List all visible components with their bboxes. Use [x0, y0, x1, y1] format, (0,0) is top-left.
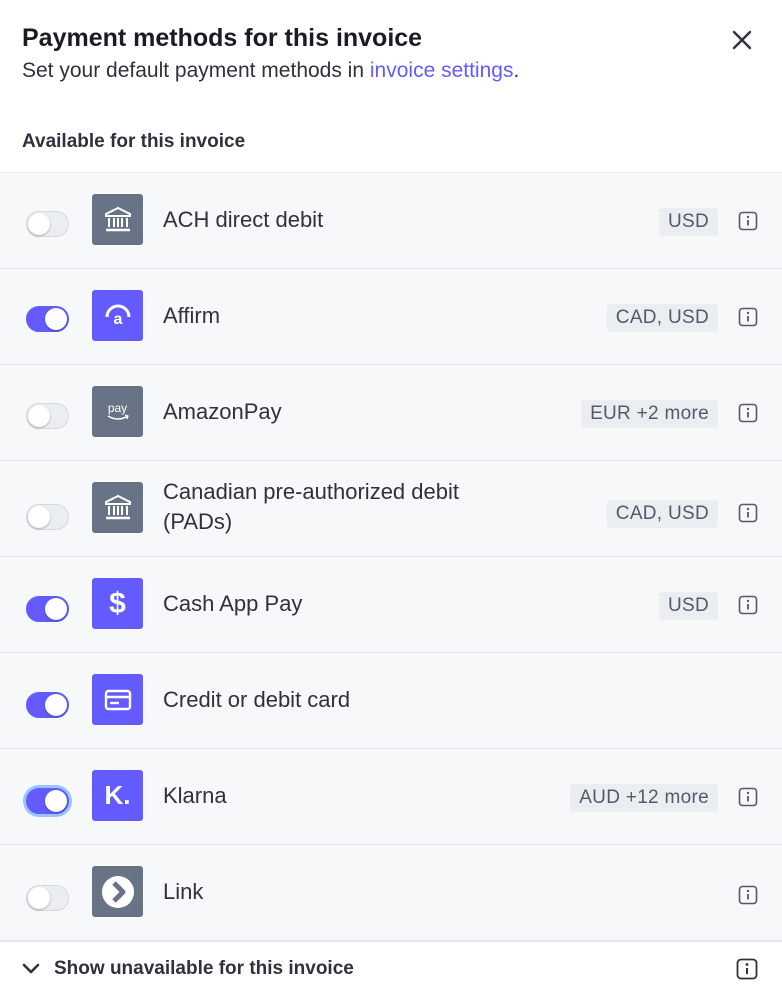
- show-unavailable-label: Show unavailable for this invoice: [54, 958, 354, 979]
- currency-badge: EUR +2 more: [581, 400, 718, 428]
- dollar-glyph: $: [109, 586, 126, 620]
- toggle-knob: [45, 694, 67, 716]
- toggle-affirm[interactable]: [26, 306, 69, 332]
- invoice-settings-link[interactable]: invoice settings: [370, 59, 514, 82]
- currency-badge: USD: [658, 592, 718, 620]
- chevron-down-icon: [22, 963, 40, 974]
- method-row-link: Link: [0, 845, 782, 941]
- payment-method-list: ACH direct debit USD a Affirm CAD, USD p…: [0, 172, 782, 941]
- panel-subtitle: Set your default payment methods in invo…: [22, 56, 760, 86]
- close-button[interactable]: [726, 24, 758, 56]
- currency-badge: AUD +12 more: [570, 784, 718, 812]
- method-row-amazonpay: pay AmazonPay EUR +2 more: [0, 365, 782, 461]
- bank-icon: [92, 482, 143, 533]
- method-name: AmazonPay: [163, 399, 282, 424]
- info-icon[interactable]: [738, 885, 758, 905]
- method-row-cash-app-pay: $ Cash App Pay USD: [0, 557, 782, 653]
- method-name: Cash App Pay: [163, 591, 303, 616]
- close-icon: [732, 30, 752, 50]
- subtitle-prefix: Set your default payment methods in: [22, 59, 370, 82]
- toggle-cash-app-pay[interactable]: [26, 596, 69, 622]
- affirm-icon: a: [92, 290, 143, 341]
- currency-badge: CAD, USD: [606, 500, 718, 528]
- method-name: Canadian pre-authorized debit (PADs): [163, 477, 459, 537]
- method-name: Link: [163, 879, 204, 904]
- subtitle-suffix: .: [513, 59, 520, 82]
- toggle-knob: [28, 213, 50, 235]
- currency-badge: CAD, USD: [606, 304, 718, 332]
- info-icon[interactable]: [738, 503, 758, 523]
- section-label: Available for this invoice: [22, 131, 246, 152]
- method-row-klarna: K. Klarna AUD +12 more: [0, 749, 782, 845]
- panel-title: Payment methods for this invoice: [22, 24, 423, 52]
- toggle-knob: [28, 887, 50, 909]
- method-name: Affirm: [163, 303, 221, 328]
- amazon-pay-text: pay: [107, 400, 128, 415]
- toggle-knob: [45, 598, 67, 620]
- card-icon: [92, 674, 143, 725]
- info-icon[interactable]: [738, 211, 758, 231]
- method-row-affirm: a Affirm CAD, USD: [0, 269, 782, 365]
- toggle-amazonpay[interactable]: [26, 403, 69, 429]
- toggle-ach[interactable]: [26, 211, 69, 237]
- toggle-klarna[interactable]: [26, 788, 69, 814]
- toggle-knob: [28, 405, 50, 427]
- toggle-knob: [45, 790, 67, 812]
- info-icon[interactable]: [738, 787, 758, 807]
- method-row-ach: ACH direct debit USD: [0, 173, 782, 269]
- method-row-canadian-pads: Canadian pre-authorized debit (PADs) CAD…: [0, 461, 782, 557]
- klarna-glyph: K.: [104, 780, 131, 810]
- method-name: Klarna: [163, 783, 227, 808]
- info-icon[interactable]: [736, 958, 758, 980]
- method-name: Credit or debit card: [163, 687, 351, 712]
- currency-badge: USD: [658, 208, 718, 236]
- klarna-icon: K.: [92, 770, 143, 821]
- payment-methods-panel: Payment methods for this invoice Set you…: [0, 0, 782, 1004]
- info-icon[interactable]: [738, 403, 758, 423]
- panel-header: Payment methods for this invoice Set you…: [22, 22, 760, 86]
- bank-icon: [92, 194, 143, 245]
- toggle-knob: [28, 506, 50, 528]
- toggle-link[interactable]: [26, 885, 69, 911]
- toggle-canadian-pads[interactable]: [26, 504, 69, 530]
- dollar-icon: $: [92, 578, 143, 629]
- show-unavailable-toggle[interactable]: Show unavailable for this invoice: [20, 958, 354, 980]
- svg-text:a: a: [113, 311, 122, 328]
- info-icon[interactable]: [738, 595, 758, 615]
- method-row-card: Credit or debit card: [0, 653, 782, 749]
- panel-footer: Show unavailable for this invoice: [0, 941, 782, 1004]
- method-name-line1: Canadian pre-authorized debit: [163, 479, 459, 504]
- info-icon[interactable]: [738, 307, 758, 327]
- link-chevron-icon: [92, 866, 143, 917]
- toggle-knob: [45, 308, 67, 330]
- toggle-card[interactable]: [26, 692, 69, 718]
- method-name-line2: (PADs): [163, 509, 233, 534]
- amazon-pay-icon: pay: [92, 386, 143, 437]
- method-name: ACH direct debit: [163, 207, 324, 232]
